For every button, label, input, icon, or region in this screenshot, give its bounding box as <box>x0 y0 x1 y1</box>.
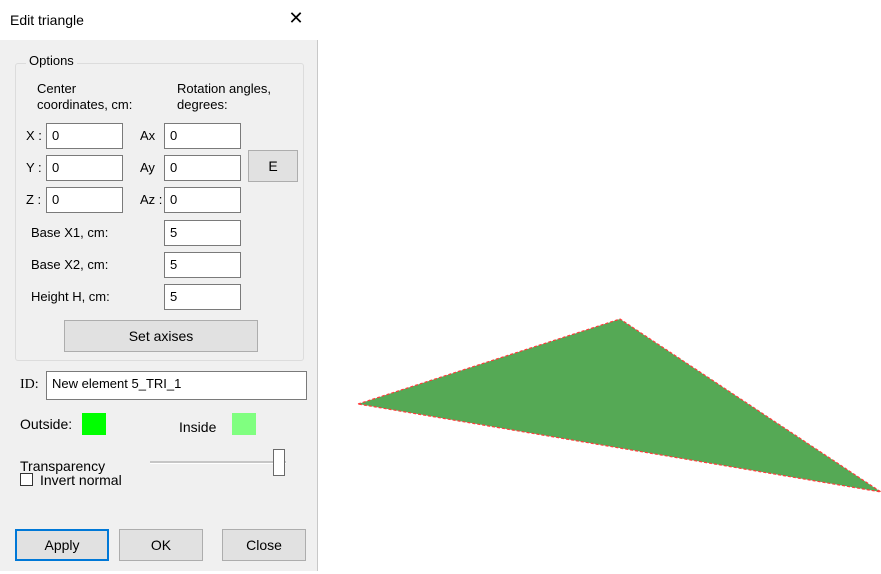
set-axises-button[interactable]: Set axises <box>64 320 258 352</box>
z-label: Z : <box>26 192 42 207</box>
triangle-shape[interactable] <box>357 318 881 493</box>
rotation-label-line2: degrees: <box>177 97 228 112</box>
ay-input[interactable]: 0 <box>164 155 241 181</box>
viewport-svg <box>357 318 881 493</box>
height-input[interactable]: 5 <box>164 284 241 310</box>
ax-input[interactable]: 0 <box>164 123 241 149</box>
ay-label: Ay <box>140 160 155 175</box>
inside-color-label: Inside <box>179 419 217 435</box>
height-label: Height H, cm: <box>31 289 110 304</box>
az-label: Az : <box>140 192 163 207</box>
invert-normal-checkbox[interactable] <box>20 473 33 486</box>
transparency-slider-thumb[interactable] <box>273 449 285 476</box>
x-input[interactable]: 0 <box>46 123 123 149</box>
y-input[interactable]: 0 <box>46 155 123 181</box>
edit-triangle-dialog: Edit triangle ✕ Options Center coordinat… <box>0 0 318 571</box>
id-label: ID: <box>20 377 39 392</box>
apply-button[interactable]: Apply <box>15 529 109 561</box>
transparency-slider-track[interactable] <box>150 461 286 464</box>
ok-button[interactable]: OK <box>119 529 203 561</box>
close-button[interactable]: Close <box>222 529 306 561</box>
options-legend: Options <box>26 53 77 68</box>
az-input[interactable]: 0 <box>164 187 241 213</box>
ax-label: Ax <box>140 128 156 143</box>
inside-color-swatch[interactable] <box>232 413 256 435</box>
z-input[interactable]: 0 <box>46 187 123 213</box>
outside-color-label: Outside: <box>20 416 73 432</box>
dialog-title: Edit triangle <box>10 12 84 28</box>
viewport-canvas[interactable] <box>318 0 881 571</box>
base-x2-input[interactable]: 5 <box>164 252 241 278</box>
center-label-line2: coordinates, cm: <box>37 97 133 112</box>
rotation-label-line1: Rotation angles, <box>177 81 271 96</box>
close-icon[interactable]: ✕ <box>286 8 306 29</box>
x-label: X : <box>26 128 42 143</box>
invert-normal-label: Invert normal <box>40 472 122 488</box>
base-x1-input[interactable]: 5 <box>164 220 241 246</box>
base-x2-label: Base X2, cm: <box>31 257 109 272</box>
outside-color-swatch[interactable] <box>82 413 106 435</box>
id-input[interactable]: New element 5_TRI_1 <box>46 371 307 400</box>
base-x1-label: Base X1, cm: <box>31 225 109 240</box>
center-label-line1: Center <box>37 81 77 96</box>
title-bar: Edit triangle ✕ <box>0 0 318 40</box>
e-button[interactable]: E <box>248 150 298 182</box>
y-label: Y : <box>26 160 42 175</box>
